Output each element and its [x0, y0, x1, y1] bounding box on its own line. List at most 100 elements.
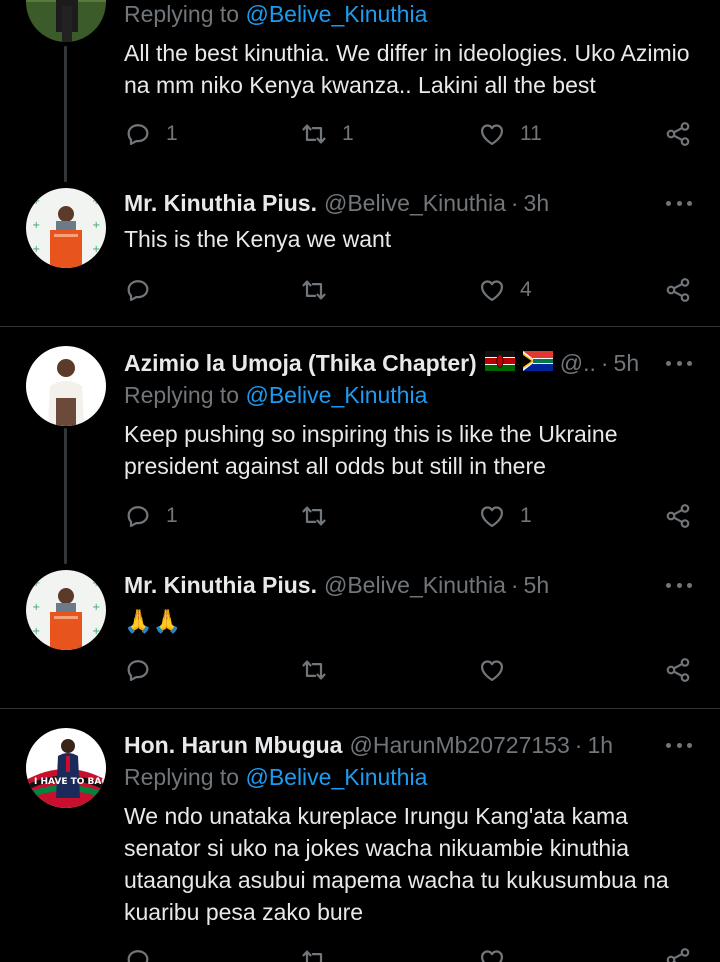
share-icon — [664, 120, 692, 148]
timestamp[interactable]: 1h — [587, 732, 613, 759]
kenya-flag-icon — [484, 350, 515, 377]
svg-text:+: + — [32, 244, 40, 255]
svg-text:+: + — [32, 220, 40, 231]
svg-text:+: + — [32, 196, 40, 207]
replying-prefix: Replying to — [124, 1, 240, 27]
separator-dot: · — [600, 349, 609, 376]
svg-text:+: + — [32, 602, 40, 613]
avatar[interactable]: I HAVE TO BACK — [26, 728, 106, 808]
timestamp[interactable]: 3h — [524, 190, 550, 217]
tweet[interactable]: Replying to @Belive_Kinuthia All the bes… — [0, 0, 720, 180]
reply-button[interactable]: 1 — [124, 120, 178, 148]
avatar[interactable]: + + + + + + — [26, 570, 106, 650]
like-button[interactable] — [478, 656, 520, 684]
reply-icon — [124, 946, 152, 962]
mention-link[interactable]: @Belive_Kinuthia — [245, 1, 427, 27]
share-icon — [664, 946, 692, 962]
author-name[interactable]: Hon. Harun Mbugua — [124, 732, 342, 759]
divider — [0, 326, 720, 327]
replying-prefix: Replying to — [124, 764, 240, 790]
tweet-header: Mr. Kinuthia Pius. @Belive_Kinuthia · 3h — [124, 186, 690, 220]
replying-to: Replying to @Belive_Kinuthia — [124, 1, 427, 28]
like-icon — [478, 656, 506, 684]
reply-button[interactable]: 1 — [124, 502, 178, 530]
reply-count: 1 — [166, 504, 178, 527]
like-count: 1 — [520, 504, 532, 527]
svg-text:+: + — [92, 196, 100, 207]
avatar-text: I HAVE TO BACK — [34, 777, 106, 787]
svg-text:+: + — [92, 220, 100, 231]
author-handle[interactable]: @HarunMb20727153 — [349, 732, 569, 759]
reply-button[interactable] — [124, 656, 166, 684]
reply-icon — [124, 120, 152, 148]
tweet-actions — [124, 946, 694, 962]
retweet-icon — [300, 946, 328, 962]
tweet[interactable]: + + + + + + Mr. Kinuthia Pius. @Belive_Kinuth… — [0, 568, 720, 708]
retweet-count: 1 — [342, 122, 354, 145]
retweet-button[interactable]: 1 — [300, 120, 354, 148]
reply-button[interactable] — [124, 946, 152, 962]
mention-link[interactable]: @Belive_Kinuthia — [245, 764, 427, 790]
share-button[interactable] — [664, 656, 692, 684]
tweet-text: Keep pushing so inspiring this is like t… — [124, 421, 618, 479]
tweet-actions — [124, 656, 694, 686]
replying-to: Replying to @Belive_Kinuthia — [124, 382, 427, 409]
reply-button[interactable] — [124, 276, 166, 304]
retweet-button[interactable] — [300, 502, 342, 530]
share-button[interactable] — [664, 502, 692, 530]
separator-dot: · — [510, 189, 519, 216]
author-name[interactable]: Mr. Kinuthia Pius. — [124, 572, 317, 599]
author-handle[interactable]: @Belive_Kinuthia — [324, 190, 506, 217]
tweet-header: Mr. Kinuthia Pius. @Belive_Kinuthia · 5h — [124, 568, 690, 602]
avatar[interactable] — [26, 0, 106, 42]
svg-text:+: + — [92, 602, 100, 613]
share-button[interactable] — [664, 276, 692, 304]
mention-link[interactable]: @Belive_Kinuthia — [245, 382, 427, 408]
reply-icon — [124, 656, 152, 684]
share-button[interactable] — [664, 120, 692, 148]
retweet-button[interactable] — [300, 946, 328, 962]
more-icon[interactable] — [666, 346, 692, 380]
author-handle[interactable]: @Belive_Kinuthia — [324, 572, 506, 599]
like-button[interactable]: 11 — [478, 120, 542, 148]
share-button[interactable] — [664, 946, 692, 962]
like-button[interactable]: 1 — [478, 502, 532, 530]
timestamp[interactable]: 5h — [524, 572, 550, 599]
timestamp[interactable]: 5h — [614, 350, 640, 377]
like-button[interactable]: 4 — [478, 276, 532, 304]
author-name[interactable]: Azimio la Umoja (Thika Chapter) — [124, 350, 477, 377]
author-name[interactable]: Mr. Kinuthia Pius. — [124, 190, 317, 217]
more-icon[interactable] — [666, 186, 692, 220]
svg-text:+: + — [32, 626, 40, 637]
separator-dot: · — [510, 571, 519, 598]
share-icon — [664, 656, 692, 684]
share-icon — [664, 276, 692, 304]
more-icon[interactable] — [666, 728, 692, 762]
tweet[interactable]: + + + + + + Mr. Kinuthia Pius. @Belive_Kinuth… — [0, 186, 720, 326]
retweet-button[interactable] — [300, 276, 342, 304]
reply-icon — [124, 276, 152, 304]
svg-text:+: + — [32, 578, 40, 589]
replying-prefix: Replying to — [124, 382, 240, 408]
tweet-text: All the best kinuthia. We differ in ideo… — [124, 40, 690, 98]
tweet-text: 🙏🙏 — [124, 608, 182, 634]
more-icon[interactable] — [666, 568, 692, 602]
tweet-actions: 1 1 11 — [124, 120, 694, 150]
avatar[interactable] — [26, 346, 106, 426]
like-icon — [478, 276, 506, 304]
retweet-icon — [300, 276, 328, 304]
like-count: 4 — [520, 278, 532, 301]
retweet-icon — [300, 120, 328, 148]
reply-icon — [124, 502, 152, 530]
like-count: 11 — [520, 122, 542, 145]
tweet-text: This is the Kenya we want — [124, 226, 392, 252]
south-africa-flag-icon — [522, 350, 553, 377]
avatar[interactable]: + + + + + + — [26, 188, 106, 268]
tweet[interactable]: Azimio la Umoja (Thika Chapter) @.. · 5h… — [0, 346, 720, 546]
tweet-header: Azimio la Umoja (Thika Chapter) @.. · 5h — [124, 346, 690, 380]
separator-dot: · — [574, 731, 583, 758]
tweet[interactable]: I HAVE TO BACK Hon. Harun Mbugua @HarunM… — [0, 728, 720, 962]
retweet-button[interactable] — [300, 656, 342, 684]
author-handle[interactable]: @.. — [560, 350, 596, 377]
like-button[interactable] — [478, 946, 506, 962]
